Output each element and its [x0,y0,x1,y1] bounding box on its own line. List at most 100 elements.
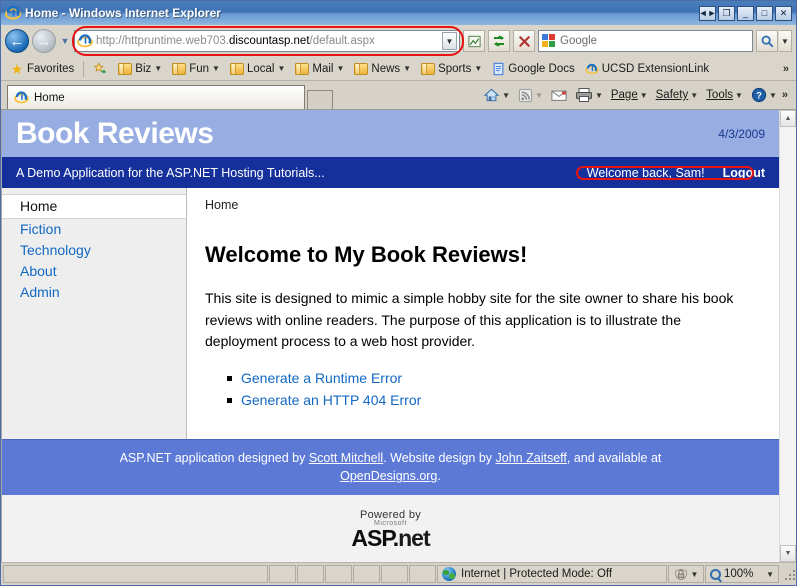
favorites-item-sports[interactable]: Sports ▼ [417,61,486,77]
address-bar-wrapper: http://httpruntime.web703.discountasp.ne… [74,30,460,52]
read-mail-button[interactable] [548,89,570,102]
internet-zone-icon [442,567,456,581]
chevron-down-icon: ▼ [277,64,285,73]
scott-mitchell-link[interactable]: Scott Mitchell [309,451,383,465]
chevron-down-icon[interactable]: ▼ [691,570,699,579]
compatibility-view-button[interactable] [463,30,485,52]
help-menu-button[interactable]: ? ▼ [748,87,780,103]
chevron-down-icon: ▼ [690,91,698,100]
net-text: net [398,525,430,551]
tools-menu-button[interactable]: Tools ▼ [703,89,746,101]
favorites-item-label: Local [247,63,275,75]
logout-link[interactable]: Logout [723,166,765,180]
feeds-button[interactable]: ▼ [515,88,546,103]
search-provider-dropdown-icon[interactable]: ▼ [779,30,792,52]
print-button[interactable]: ▼ [572,87,606,103]
print-icon [575,87,593,103]
add-to-favorites-bar-button[interactable] [89,60,112,78]
sidebar-item-home[interactable]: Home [2,194,186,219]
page-menu-button[interactable]: Page ▼ [608,89,651,101]
svg-text:?: ? [756,91,762,102]
search-box[interactable]: Google [538,30,753,52]
resize-grip[interactable] [782,567,796,581]
chevron-down-icon: ▼ [154,64,162,73]
tab-bar: Home ▼ ▼ [1,81,796,109]
status-cell-2 [297,565,324,583]
title-bar: Home - Windows Internet Explorer ◄► ❐ _ … [1,1,796,25]
scrollbar-track[interactable] [780,127,796,545]
favorites-item-label: UCSD ExtensionLink [602,63,709,75]
favorites-separator [83,61,84,77]
status-cell-1 [269,565,296,583]
shield-icon [674,568,688,581]
forward-button[interactable]: → [32,29,56,53]
address-bar[interactable]: http://httpruntime.web703.discountasp.ne… [74,30,460,52]
page-viewport: Book Reviews 4/3/2009 A Demo Application… [1,109,796,562]
site-tagline: A Demo Application for the ASP.NET Hosti… [16,166,325,180]
footer-pre-text: ASP.NET application designed by [120,451,309,465]
favorites-item-local[interactable]: Local ▼ [226,61,289,77]
sidebar-item-technology[interactable]: Technology [2,240,186,261]
favorites-item-mail[interactable]: Mail ▼ [291,61,348,77]
chevron-down-icon: ▼ [735,91,743,100]
privacy-report-cell[interactable]: ▼ [668,565,704,583]
tab-home[interactable]: Home [7,85,305,109]
search-submit-button[interactable] [756,30,778,52]
generate-404-error-link[interactable]: Generate an HTTP 404 Error [241,392,421,408]
refresh-icon [491,33,507,49]
john-zaitseff-link[interactable]: John Zaitseff [496,451,567,465]
sidebar-item-fiction[interactable]: Fiction [2,219,186,240]
back-button[interactable]: ← [5,29,29,53]
stop-button[interactable] [513,30,535,52]
sidebar-item-about[interactable]: About [2,261,186,282]
folder-icon [354,63,368,75]
favorites-item-ucsd-extensionlink[interactable]: UCSD ExtensionLink [581,60,713,78]
compatibility-view-icon [467,34,482,49]
scroll-down-button[interactable]: ▼ [780,545,796,562]
close-button[interactable]: ✕ [775,6,792,21]
stop-icon [517,34,532,49]
favorites-overflow-icon[interactable]: » [783,63,791,75]
site-footer: ASP.NET application designed by Scott Mi… [2,439,779,496]
command-bar-overflow-icon[interactable]: » [782,89,790,101]
site-subheader: A Demo Application for the ASP.NET Hosti… [2,157,779,188]
site-title: Book Reviews [16,119,213,149]
new-tab-button[interactable] [307,90,333,109]
favorites-item-label: Mail [312,63,333,75]
opendesigns-link[interactable]: OpenDesigns.org [340,469,437,483]
restore-button[interactable]: ❐ [718,6,735,21]
site-date: 4/3/2009 [718,127,765,141]
favorites-item-label: Sports [438,63,471,75]
restore-down-small-button[interactable]: ◄► [699,6,716,21]
safety-menu-button[interactable]: Safety ▼ [653,89,702,101]
favorites-item-news[interactable]: News ▼ [350,61,415,77]
zoom-level-cell[interactable]: 100% ▼ [705,565,779,583]
security-zone-label: Internet | Protected Mode: Off [461,568,612,580]
folder-icon [118,63,132,75]
recent-pages-dropdown-icon[interactable]: ▼ [59,36,71,46]
favorites-item-fun[interactable]: Fun ▼ [168,61,224,77]
vertical-scrollbar[interactable]: ▲ ▼ [779,110,796,562]
search-placeholder-text: Google [560,35,597,47]
document-icon [492,62,505,76]
search-buttons: ▼ [756,30,792,52]
maximize-button[interactable]: □ [756,6,773,21]
home-button[interactable]: ▼ [480,87,513,103]
favorites-item-google-docs[interactable]: Google Docs [488,60,578,78]
chevron-down-icon[interactable]: ▼ [766,570,774,579]
sidebar-item-admin[interactable]: Admin [2,282,186,303]
list-item: Generate an HTTP 404 Error [241,389,757,411]
favorites-item-biz[interactable]: Biz ▼ [114,61,166,77]
favorites-item-label: Google Docs [508,63,574,75]
web-page: Book Reviews 4/3/2009 A Demo Application… [1,110,779,562]
favorites-button[interactable]: ★ Favorites [6,60,78,78]
favorites-item-label: Biz [135,63,151,75]
address-dropdown-icon[interactable]: ▼ [442,32,457,50]
minimize-button[interactable]: _ [737,6,754,21]
scroll-up-button[interactable]: ▲ [780,110,796,127]
refresh-button[interactable] [488,30,510,52]
generate-runtime-error-link[interactable]: Generate a Runtime Error [241,370,402,386]
security-zone-cell[interactable]: Internet | Protected Mode: Off [437,565,667,583]
ie-icon [585,62,599,76]
chevron-down-icon: ▼ [212,64,220,73]
